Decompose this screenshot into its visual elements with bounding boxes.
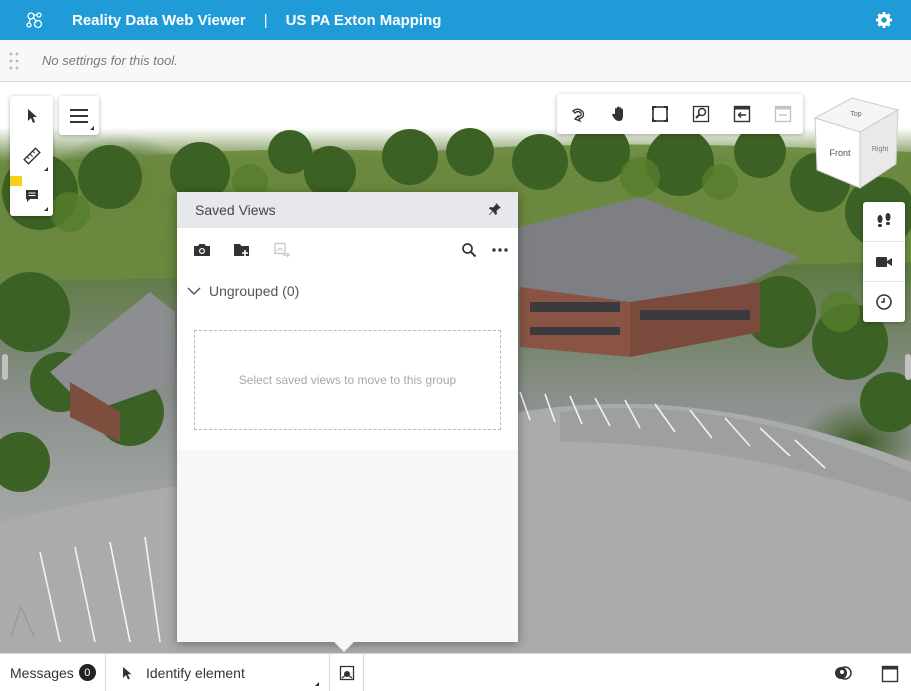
clock-button[interactable] bbox=[863, 282, 905, 322]
left-panel-handle[interactable] bbox=[2, 354, 8, 380]
rotate-button[interactable] bbox=[557, 94, 598, 134]
right-toolbar bbox=[863, 202, 905, 322]
menu-expand-indicator bbox=[90, 126, 94, 130]
select-icon bbox=[27, 109, 37, 123]
window-area-button[interactable] bbox=[680, 94, 721, 134]
compass-icon bbox=[10, 605, 35, 638]
panel-toolbar bbox=[177, 228, 518, 272]
walk-icon bbox=[877, 212, 891, 227]
left-toolbar bbox=[10, 96, 53, 216]
window-area-icon bbox=[692, 105, 709, 123]
messages-count-badge: 0 bbox=[78, 664, 96, 681]
panel-title: Saved Views bbox=[195, 202, 276, 218]
clock-icon bbox=[876, 294, 892, 310]
title-separator: | bbox=[263, 11, 268, 29]
select-pointer-icon bbox=[123, 666, 132, 679]
group-header[interactable]: Ungrouped (0) bbox=[177, 272, 518, 310]
view-group: Ungrouped (0) Select saved views to move… bbox=[177, 272, 518, 450]
view-cube[interactable]: Top Front Right bbox=[812, 96, 902, 191]
walk-button[interactable] bbox=[863, 202, 905, 242]
drag-grip-icon[interactable] bbox=[9, 52, 19, 70]
app-header: Reality Data Web Viewer | US PA Exton Ma… bbox=[0, 0, 911, 40]
markup-icon bbox=[25, 190, 38, 202]
next-view-icon bbox=[774, 105, 791, 123]
main-menu-button[interactable] bbox=[59, 96, 99, 135]
pan-icon bbox=[611, 106, 623, 121]
measure-expand-indicator bbox=[44, 167, 48, 171]
dropzone-message: Select saved views to move to this group bbox=[238, 373, 457, 387]
app-title: Reality Data Web Viewer bbox=[72, 11, 246, 29]
camera-button[interactable] bbox=[863, 242, 905, 282]
right-panel-handle[interactable] bbox=[905, 354, 911, 380]
active-badge bbox=[10, 176, 22, 186]
fit-view-button[interactable] bbox=[639, 94, 680, 134]
tool-settings-bar: No settings for this tool. bbox=[0, 40, 911, 82]
group-dropzone[interactable]: Select saved views to move to this group bbox=[194, 330, 501, 430]
cube-face-top: Top bbox=[850, 111, 861, 118]
create-view-button[interactable] bbox=[192, 240, 212, 260]
markup-tool-button[interactable] bbox=[10, 176, 53, 216]
camera-capture-icon bbox=[194, 244, 210, 256]
view-attributes-icon[interactable] bbox=[833, 664, 853, 682]
fit-view-icon bbox=[651, 106, 668, 122]
search-button[interactable] bbox=[459, 240, 479, 260]
saved-views-panel: Saved Views Ungrouped (0) Select saved v… bbox=[177, 192, 518, 652]
group-label: Ungrouped (0) bbox=[209, 283, 300, 299]
messages-label: Messages bbox=[10, 664, 74, 681]
identify-expand-indicator bbox=[315, 681, 319, 686]
more-options-button[interactable] bbox=[490, 240, 510, 260]
measure-tool-button[interactable] bbox=[10, 136, 53, 176]
new-group-button[interactable] bbox=[232, 240, 252, 260]
previous-view-button[interactable] bbox=[721, 94, 762, 134]
cube-face-right: Right bbox=[872, 146, 888, 153]
move-to-group-button[interactable] bbox=[272, 240, 292, 260]
app-logo-icon[interactable] bbox=[22, 7, 48, 33]
markup-expand-indicator bbox=[44, 207, 48, 211]
more-icon bbox=[492, 248, 508, 252]
navigation-toolbar bbox=[557, 94, 803, 134]
cube-face-front: Front bbox=[829, 148, 851, 158]
measure-icon bbox=[22, 147, 41, 165]
search-icon bbox=[462, 243, 477, 258]
snap-icon bbox=[339, 665, 354, 680]
rotate-icon bbox=[571, 108, 584, 123]
identify-element-label: Identify element bbox=[146, 664, 245, 681]
move-view-icon bbox=[274, 242, 290, 258]
identify-element-field[interactable]: Identify element bbox=[106, 653, 330, 691]
status-bar: Messages 0 Identify element bbox=[0, 653, 911, 691]
previous-view-icon bbox=[733, 105, 750, 123]
project-name: US PA Exton Mapping bbox=[285, 11, 442, 29]
panel-header: Saved Views bbox=[177, 192, 518, 228]
camera-icon bbox=[876, 256, 892, 267]
next-view-button[interactable] bbox=[762, 94, 803, 134]
messages-field[interactable]: Messages 0 bbox=[0, 653, 106, 691]
select-tool-button[interactable] bbox=[10, 96, 53, 136]
tool-settings-message: No settings for this tool. bbox=[42, 53, 178, 68]
fullscreen-icon[interactable] bbox=[881, 665, 899, 683]
pin-icon[interactable] bbox=[488, 202, 502, 216]
hamburger-icon bbox=[70, 108, 88, 123]
gear-icon[interactable] bbox=[875, 11, 893, 29]
chevron-down-icon bbox=[187, 287, 201, 296]
snap-mode-button[interactable] bbox=[330, 653, 364, 691]
folder-add-icon bbox=[234, 244, 249, 256]
pan-button[interactable] bbox=[598, 94, 639, 134]
